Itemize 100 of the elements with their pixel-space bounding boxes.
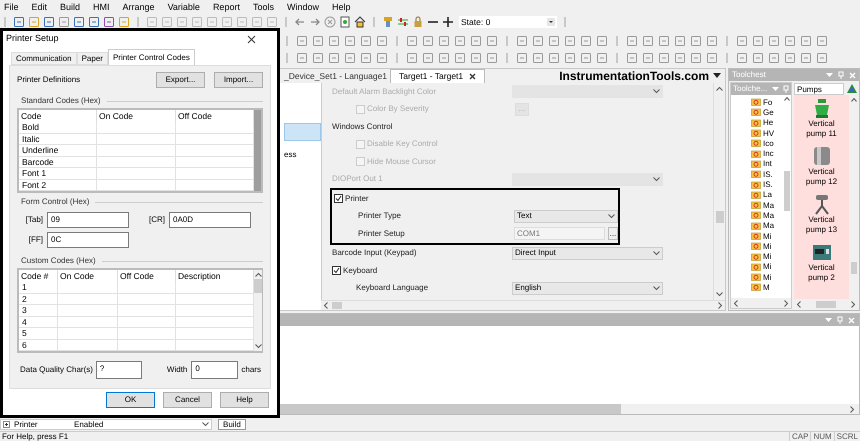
toolbar-grip-icon[interactable] <box>395 34 399 46</box>
menu-item[interactable]: Report <box>212 1 240 15</box>
dialog-tab[interactable]: Communication <box>11 52 77 65</box>
tool-icon[interactable] <box>596 34 608 46</box>
tree-item[interactable]: Fo <box>763 98 772 107</box>
tool-icon[interactable] <box>532 34 544 46</box>
tool-icon[interactable] <box>564 34 576 46</box>
toolbar-grip-icon[interactable] <box>615 52 619 64</box>
tree-item[interactable]: Mi <box>763 272 772 282</box>
dialog-button[interactable]: OK <box>106 392 155 408</box>
tool-icon[interactable] <box>88 16 100 28</box>
tree-item[interactable]: Ge <box>763 108 774 117</box>
scroll-thumb[interactable] <box>332 302 342 309</box>
toolbar-grip-icon[interactable] <box>136 16 140 28</box>
toolbar-grip-icon[interactable] <box>3 16 7 28</box>
tree-item[interactable]: He <box>763 118 774 128</box>
caret-icon[interactable] <box>713 73 721 79</box>
tool-icon[interactable] <box>13 16 25 28</box>
tool-icon[interactable] <box>580 52 592 64</box>
tool-icon[interactable] <box>642 34 654 46</box>
tool-icon[interactable] <box>626 34 638 46</box>
import-button[interactable]: Import... <box>214 72 263 88</box>
dialog-tab[interactable]: Printer Control Codes <box>108 49 195 65</box>
export-button[interactable]: Export... <box>156 72 205 88</box>
tool-icon[interactable] <box>422 52 434 64</box>
item-label[interactable]: Vertical pump 13 <box>800 215 844 235</box>
dialog-button[interactable]: Help <box>220 392 269 408</box>
tool-icon[interactable] <box>516 34 528 46</box>
toolbar-grip-icon[interactable] <box>284 16 288 28</box>
tree-item[interactable]: Ma <box>763 210 774 220</box>
tool-icon[interactable] <box>784 52 796 64</box>
tool-icon[interactable] <box>470 34 482 46</box>
input-field[interactable]: ? <box>96 361 142 379</box>
tool-icon[interactable] <box>736 34 748 46</box>
toolbar-grip-icon[interactable] <box>285 34 289 46</box>
toolbar-grip-icon[interactable] <box>505 34 509 46</box>
tool-icon[interactable] <box>532 52 544 64</box>
tree-item[interactable]: Int <box>763 159 772 168</box>
menu-item[interactable]: Help <box>332 1 350 15</box>
tool-icon[interactable] <box>752 52 764 64</box>
toolbar-grip-icon[interactable] <box>725 52 729 64</box>
tool-icon[interactable] <box>360 52 372 64</box>
tree-item[interactable]: La <box>763 190 772 200</box>
slider-icon[interactable] <box>397 16 409 28</box>
expand-icon[interactable] <box>3 421 10 428</box>
document-icon[interactable] <box>339 16 351 28</box>
dialog-button[interactable]: Cancel <box>163 392 212 408</box>
input-field[interactable]: COM1 <box>514 227 605 240</box>
tool-icon[interactable] <box>752 34 764 46</box>
pin-icon[interactable] <box>837 316 843 324</box>
tool-icon[interactable] <box>816 34 828 46</box>
dropdown[interactable]: English <box>512 282 663 295</box>
tool-icon[interactable] <box>438 52 450 64</box>
checkbox[interactable] <box>334 194 343 204</box>
document-tab[interactable]: _Device_Set1 - Language1 <box>281 70 390 83</box>
close-icon[interactable] <box>247 34 256 44</box>
tool-icon[interactable] <box>312 52 324 64</box>
horizontal-scrollbar[interactable] <box>731 298 791 308</box>
tool-icon[interactable] <box>454 52 466 64</box>
toolbar-grip-icon[interactable] <box>505 52 509 64</box>
menu-item[interactable]: Variable <box>168 1 200 15</box>
tool-icon[interactable] <box>596 52 608 64</box>
scroll-thumb[interactable] <box>716 211 724 223</box>
toolbar-grip-icon[interactable] <box>285 52 289 64</box>
tool-icon[interactable] <box>706 34 718 46</box>
tool-icon[interactable] <box>118 16 130 28</box>
menu-item[interactable]: Build <box>60 1 80 15</box>
tool-icon[interactable] <box>548 52 560 64</box>
tool-icon[interactable] <box>690 52 702 64</box>
menu-item[interactable]: File <box>4 1 19 15</box>
checkbox[interactable] <box>332 266 341 276</box>
dropdown[interactable]: Direct Input <box>512 246 663 260</box>
menu-item[interactable]: Tools <box>252 1 274 15</box>
state-dropdown[interactable]: State: 0 <box>459 16 557 28</box>
tool-icon[interactable] <box>73 16 85 28</box>
close-icon[interactable] <box>469 73 476 80</box>
dropdown[interactable]: Text <box>514 210 618 223</box>
tool-icon[interactable] <box>658 34 670 46</box>
toolbar-grip-icon[interactable] <box>372 16 376 28</box>
tool-icon[interactable] <box>296 34 308 46</box>
tool-icon[interactable] <box>800 52 812 64</box>
tool-icon[interactable] <box>516 52 528 64</box>
tool-icon[interactable] <box>376 34 388 46</box>
vertical-scrollbar[interactable] <box>849 95 858 299</box>
tree-item[interactable]: Ma <box>763 200 774 210</box>
tool-icon[interactable] <box>626 52 638 64</box>
tool-icon[interactable] <box>658 52 670 64</box>
tool-icon[interactable] <box>784 34 796 46</box>
tool-icon[interactable] <box>312 34 324 46</box>
tool-icon[interactable] <box>406 52 418 64</box>
menu-item[interactable]: Window <box>286 1 319 15</box>
tool-icon[interactable] <box>642 52 654 64</box>
tool-icon[interactable] <box>296 52 308 64</box>
document-tab[interactable]: Target1 - Target1 <box>390 69 486 83</box>
scroll-thumb[interactable] <box>850 262 856 274</box>
tool-icon[interactable] <box>422 34 434 46</box>
tool-icon[interactable] <box>328 52 340 64</box>
tree-item[interactable]: Inc <box>763 149 774 158</box>
tool-icon[interactable] <box>816 52 828 64</box>
tool-icon[interactable] <box>28 16 40 28</box>
